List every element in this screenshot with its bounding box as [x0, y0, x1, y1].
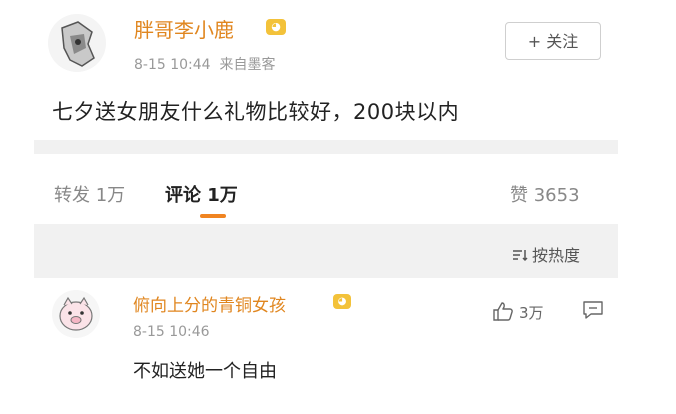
avatar-image	[61, 21, 95, 67]
comment-like-count: 3万	[519, 304, 544, 322]
repost-action[interactable]: 转发 1万	[54, 181, 125, 207]
like-action[interactable]: 赞 3653	[510, 181, 580, 207]
sort-icon	[513, 250, 528, 262]
vip-badge-icon: ◕	[266, 19, 286, 35]
divider-band	[34, 140, 618, 154]
post-time: 8-15 10:44	[134, 57, 211, 73]
sort-label: 按热度	[532, 246, 581, 265]
commenter-username[interactable]: 俯向上分的青铜女孩	[133, 291, 286, 316]
comment-text: 不如送她一个自由	[133, 361, 277, 382]
poster-avatar[interactable]	[48, 14, 106, 72]
thumbs-up-icon	[493, 302, 513, 321]
comment-action[interactable]: 评论 1万	[165, 181, 238, 207]
comment-like-button[interactable]: 3万	[492, 301, 544, 323]
post-text: 七夕送女朋友什么礼物比较好，200块以内	[52, 100, 460, 124]
vip-badge-icon: ◕	[333, 294, 351, 309]
active-tab-underline	[200, 214, 226, 218]
comment-reply-button[interactable]	[582, 300, 604, 324]
commenter-avatar[interactable]	[52, 290, 100, 338]
comment-time: 8-15 10:46	[133, 324, 210, 340]
post-meta: 8-15 10:44 来自墨客	[134, 54, 275, 74]
avatar-image	[59, 296, 93, 331]
post-source: 来自墨客	[219, 57, 276, 73]
sort-button[interactable]: 按热度	[512, 242, 580, 266]
follow-button[interactable]: + 关注	[505, 22, 601, 60]
reply-icon	[583, 301, 603, 319]
poster-username[interactable]: 胖哥李小鹿	[134, 14, 234, 43]
